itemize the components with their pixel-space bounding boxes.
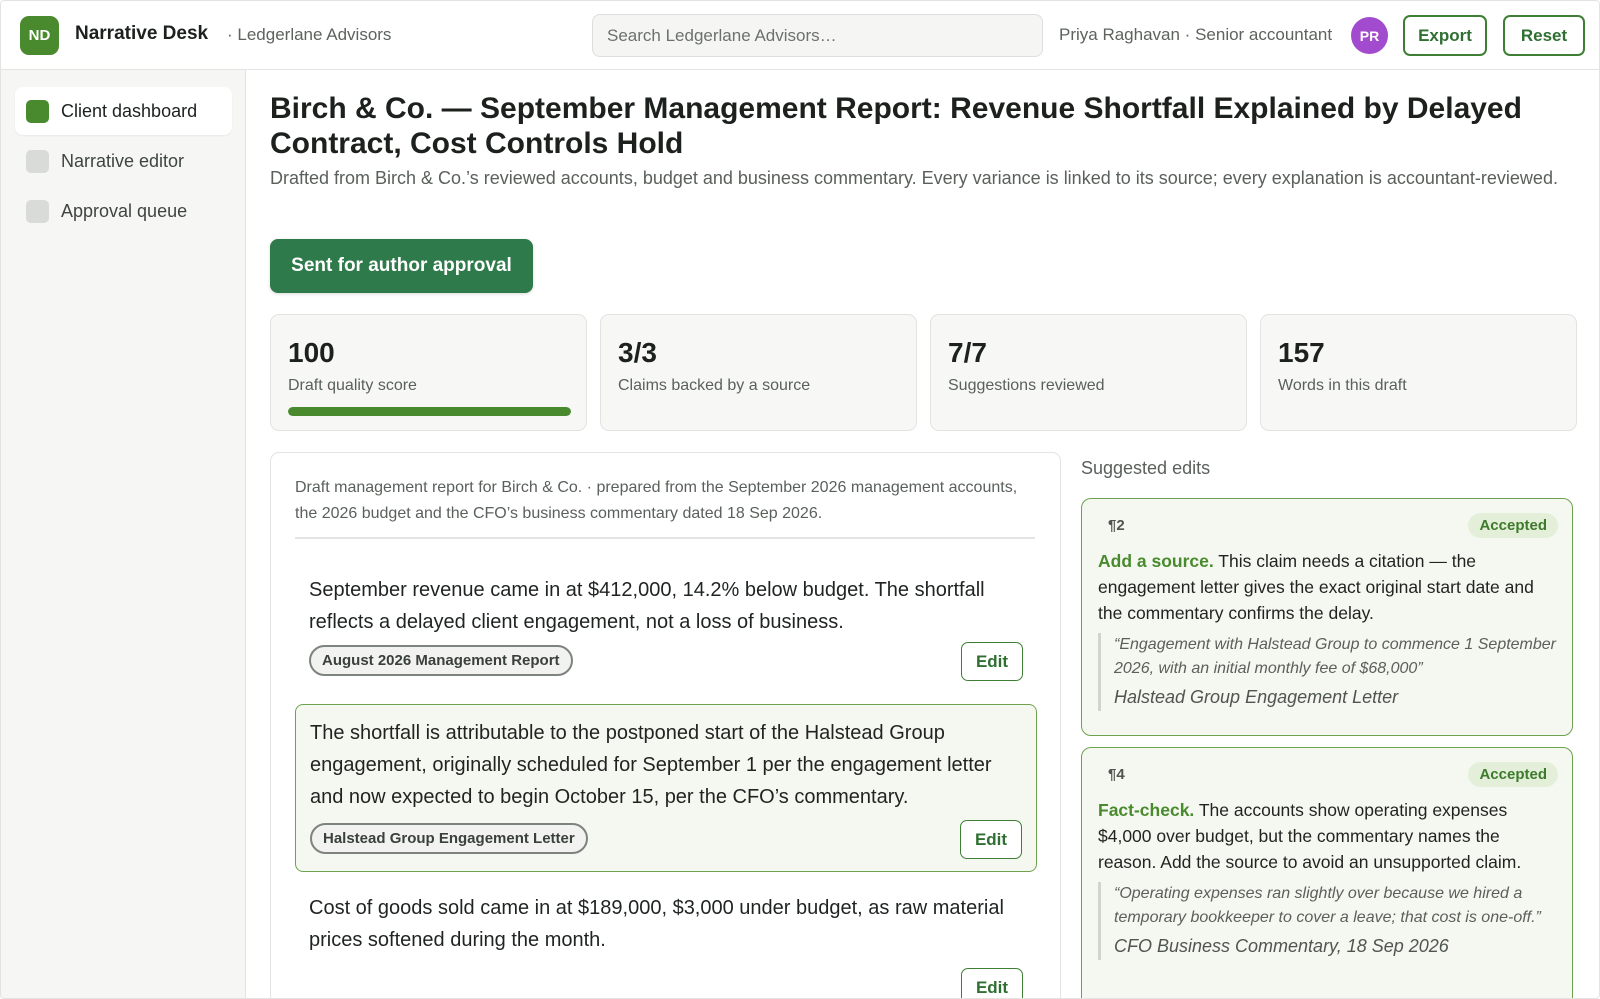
source-quote: “Operating expenses ran slightly over be…	[1098, 882, 1558, 960]
app-logo[interactable]: ND	[20, 16, 59, 55]
draft-paragraph[interactable]: September revenue came in at $412,000, 1…	[295, 562, 1037, 692]
status-badge: Accepted	[1468, 762, 1558, 787]
quality-progress-bar	[288, 407, 571, 416]
search-input[interactable]	[592, 14, 1043, 57]
stat-value: 3/3	[618, 337, 657, 368]
edit-button[interactable]: Edit	[961, 642, 1023, 681]
paragraph-text: Cost of goods sold came in at $189,000, …	[309, 897, 1004, 951]
sidebar-item-label: Client dashboard	[61, 100, 198, 121]
draft-paragraph[interactable]: Cost of goods sold came in at $189,000, …	[295, 880, 1037, 998]
quote-text: “Engagement with Halstead Group to comme…	[1114, 636, 1557, 677]
suggestion-body: Add a source. This claim needs a citatio…	[1098, 548, 1560, 626]
stat-value: 7/7	[948, 337, 987, 368]
stat-label: Words in this draft	[1278, 377, 1407, 394]
paragraph-text: September revenue came in at $412,000, 1…	[309, 579, 985, 633]
client-dashboard-icon	[26, 99, 49, 123]
sidebar-item-label: Narrative editor	[61, 150, 185, 171]
suggestions-heading: Suggested edits	[1081, 458, 1211, 478]
source-chip[interactable]: August 2026 Management Report	[309, 645, 573, 676]
sidebar-item-label: Approval queue	[61, 200, 188, 221]
source-chip[interactable]: Halstead Group Engagement Letter	[310, 823, 588, 854]
page-title: Birch & Co. — September Management Repor…	[270, 92, 1522, 160]
draft-paragraph-highlighted[interactable]: The shortfall is attributable to the pos…	[295, 704, 1037, 872]
paragraph-text: The shortfall is attributable to the pos…	[310, 722, 992, 808]
export-button[interactable]: Export	[1403, 15, 1487, 56]
quality-progress-fill	[288, 407, 571, 416]
sidebar-item-client-dashboard[interactable]: Client dashboard	[15, 87, 232, 135]
status-badge: Accepted	[1468, 513, 1558, 538]
stat-value: 157	[1278, 337, 1325, 368]
suggestion-type: Fact-check.	[1098, 800, 1195, 820]
app-name: Narrative Desk	[75, 23, 209, 44]
stat-label: Draft quality score	[288, 377, 417, 394]
paragraph-ref: ¶2	[1108, 517, 1125, 534]
source-quote: “Engagement with Halstead Group to comme…	[1098, 633, 1558, 711]
draft-intro: Draft management report for Birch & Co. …	[295, 479, 1018, 522]
sidebar: Client dashboard Narrative editor Approv…	[1, 70, 246, 998]
draft-panel: Draft management report for Birch & Co. …	[270, 452, 1061, 998]
suggestion-type: Add a source.	[1098, 551, 1214, 571]
edit-button[interactable]: Edit	[960, 820, 1022, 859]
sidebar-item-narrative-editor[interactable]: Narrative editor	[15, 137, 232, 185]
paragraph-ref: ¶4	[1108, 766, 1125, 783]
sidebar-item-approval-queue[interactable]: Approval queue	[15, 187, 232, 235]
organization-name: · Ledgerlane Advisors	[227, 25, 392, 44]
edit-button[interactable]: Edit	[961, 968, 1023, 998]
stat-card-quality: 100 Draft quality score	[270, 314, 587, 431]
user-avatar[interactable]: PR	[1351, 17, 1388, 54]
stat-card-claims: 3/3 Claims backed by a source	[600, 314, 917, 431]
stat-label: Claims backed by a source	[618, 377, 811, 394]
narrative-editor-icon	[26, 149, 49, 173]
stat-label: Suggestions reviewed	[948, 377, 1105, 394]
suggestion-card[interactable]: ¶2 Accepted Add a source. This claim nee…	[1081, 498, 1573, 736]
quote-source: Halstead Group Engagement Letter	[1114, 687, 1399, 707]
approval-status-button[interactable]: Sent for author approval	[270, 239, 533, 293]
page-subtitle: Drafted from Birch & Co.’s reviewed acco…	[270, 168, 1558, 188]
reset-button[interactable]: Reset	[1503, 15, 1585, 56]
stat-card-suggestions: 7/7 Suggestions reviewed	[930, 314, 1247, 431]
quote-text: “Operating expenses ran slightly over be…	[1114, 885, 1541, 926]
user-info: Priya Raghavan · Senior accountant	[1059, 25, 1333, 44]
suggestion-card[interactable]: ¶4 Accepted Fact-check. The accounts sho…	[1081, 747, 1573, 998]
top-bar: ND Narrative Desk · Ledgerlane Advisors …	[1, 1, 1599, 70]
app-window: ND Narrative Desk · Ledgerlane Advisors …	[0, 0, 1600, 999]
divider	[295, 537, 1035, 539]
stat-value: 100	[288, 337, 335, 368]
suggestion-body: Fact-check. The accounts show operating …	[1098, 797, 1560, 875]
stat-card-words: 157 Words in this draft	[1260, 314, 1577, 431]
quote-source: CFO Business Commentary, 18 Sep 2026	[1114, 936, 1449, 956]
approval-queue-icon	[26, 199, 49, 223]
